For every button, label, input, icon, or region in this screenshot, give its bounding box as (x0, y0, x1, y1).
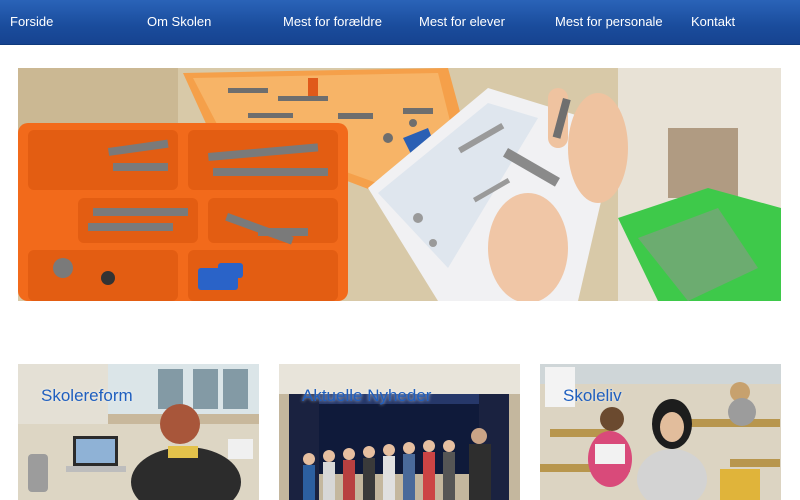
children-choir-stage-photo (279, 364, 520, 500)
card-title-skolereform: Skolereform (41, 386, 133, 405)
card-title-skoleliv: Skoleliv (563, 386, 622, 405)
nav-item-kontakt[interactable]: Kontakt (691, 14, 735, 29)
card-aktuelle-nyheder[interactable]: Aktuelle Nyheder (279, 364, 520, 500)
nav-item-om-skolen[interactable]: Om Skolen (147, 14, 211, 29)
lego-robotics-illustration (18, 68, 781, 301)
card-title-aktuelle-nyheder: Aktuelle Nyheder (302, 386, 432, 405)
card-skoleliv[interactable]: Skoleliv (540, 364, 781, 500)
nav-item-mest-for-personale[interactable]: Mest for personale (555, 14, 663, 29)
nav-item-mest-for-foraeldre[interactable]: Mest for forældre (283, 14, 382, 29)
hero-image (18, 68, 781, 301)
nav-item-mest-for-elever[interactable]: Mest for elever (419, 14, 505, 29)
card-skolereform[interactable]: Skolereform (18, 364, 259, 500)
classroom-teacher-photo (18, 364, 259, 500)
nav-item-forside[interactable]: Forside (10, 14, 53, 29)
top-navigation: Forside Om Skolen Mest for forældre Mest… (0, 0, 800, 45)
students-classroom-photo (540, 364, 781, 500)
